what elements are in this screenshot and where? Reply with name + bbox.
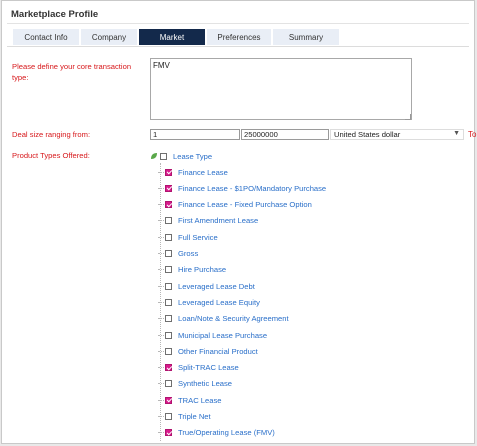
product-type-label[interactable]: Municipal Lease Purchase	[178, 331, 267, 340]
product-type-checkbox[interactable]	[165, 364, 172, 372]
product-type-label[interactable]: Finance Lease - Fixed Purchase Option	[178, 200, 312, 209]
tree-branch-line	[158, 253, 164, 254]
product-type-label[interactable]: Hire Purchase	[178, 265, 226, 274]
product-type-label[interactable]: First Amendment Lease	[178, 216, 258, 225]
deal-max-input[interactable]	[241, 129, 329, 140]
tree-branch-line	[158, 399, 164, 401]
tree-item-row: Finance Lease - $1PO/Mandatory Purchase	[158, 181, 326, 195]
product-type-label[interactable]: Split-TRAC Lease	[178, 363, 239, 372]
currency-select[interactable]: United States dollar ▼	[330, 129, 464, 140]
title-divider	[7, 23, 469, 24]
product-type-checkbox[interactable]	[165, 184, 172, 192]
tree-item-row: Finance Lease	[158, 165, 228, 179]
tree-branch-line	[158, 301, 164, 303]
deal-size-label: Deal size ranging from:	[12, 130, 91, 139]
tree-item-row: Leveraged Lease Equity	[158, 295, 260, 309]
product-type-label[interactable]: Leveraged Lease Equity	[178, 298, 260, 307]
product-type-label[interactable]: Finance Lease - $1PO/Mandatory Purchase	[178, 184, 326, 193]
tree-branch-line	[158, 334, 164, 336]
deal-min-input[interactable]	[150, 129, 240, 140]
tree-item-row: Hire Purchase	[158, 263, 226, 277]
product-type-label[interactable]: Other Financial Product	[178, 347, 258, 356]
product-types-label: Product Types Offered:	[12, 151, 90, 160]
product-type-label[interactable]: True/Operating Lease (FMV)	[178, 428, 275, 437]
product-type-checkbox[interactable]	[165, 347, 172, 355]
product-type-label[interactable]: Full Service	[178, 233, 218, 242]
tree-branch-line	[158, 269, 164, 271]
product-type-checkbox[interactable]	[165, 413, 172, 420]
product-type-checkbox[interactable]	[165, 429, 172, 437]
tree-item-row: Municipal Lease Purchase	[158, 328, 267, 342]
tree-item-row: Synthetic Lease	[158, 377, 232, 391]
product-type-checkbox[interactable]	[165, 331, 172, 339]
product-type-checkbox[interactable]	[165, 298, 172, 306]
tree-item-row: Other Financial Product	[158, 344, 258, 358]
tree-branch-line	[158, 204, 164, 206]
tree-item-row: Finance Lease - Fixed Purchase Option	[158, 198, 312, 212]
product-type-checkbox[interactable]	[165, 282, 172, 290]
tree-branch-line	[158, 416, 164, 417]
product-type-checkbox[interactable]	[165, 233, 172, 241]
tree-branch-line	[158, 236, 164, 238]
tree-root-row: Lease Type	[150, 149, 212, 163]
product-type-checkbox[interactable]	[165, 315, 172, 323]
tree-root-label[interactable]: Lease Type	[173, 152, 212, 161]
product-type-label[interactable]: Gross	[178, 249, 198, 258]
tree-branch-line	[158, 171, 164, 173]
tabs-divider	[7, 46, 469, 47]
tab-preferences[interactable]: Preferences	[207, 29, 271, 45]
tab-company[interactable]: Company	[81, 29, 137, 45]
currency-select-value: United States dollar	[334, 130, 401, 139]
tab-bar: Contact Info Company Market Preferences …	[13, 29, 341, 45]
core-transaction-textarea[interactable]: FMV	[150, 58, 412, 120]
tree-item-row: Leveraged Lease Debt	[158, 279, 255, 293]
tree-item-row: Full Service	[158, 230, 218, 244]
tree-root-checkbox[interactable]	[160, 152, 167, 160]
product-type-label[interactable]: Triple Net	[178, 412, 211, 421]
product-type-checkbox[interactable]	[165, 201, 172, 209]
marketplace-profile-panel: Marketplace Profile Contact Info Company…	[1, 0, 477, 444]
tab-summary[interactable]: Summary	[273, 29, 339, 45]
tree-item-row: First Amendment Lease	[158, 214, 258, 228]
product-type-checkbox[interactable]	[165, 396, 172, 404]
product-type-checkbox[interactable]	[165, 266, 172, 274]
product-type-checkbox[interactable]	[165, 380, 172, 388]
tree-branch-line	[158, 285, 164, 287]
tree-item-row: Loan/Note & Security Agreement	[158, 312, 289, 326]
tree-item-row: Gross	[158, 247, 198, 261]
tab-market[interactable]: Market	[139, 29, 205, 45]
core-transaction-label: Please define your core transaction type…	[12, 62, 132, 82]
product-type-label[interactable]: TRAC Lease	[178, 396, 221, 405]
product-type-label[interactable]: Synthetic Lease	[178, 379, 232, 388]
tab-contact-info[interactable]: Contact Info	[13, 29, 79, 45]
product-type-label[interactable]: Loan/Note & Security Agreement	[178, 314, 289, 323]
tree-branch-line	[158, 367, 164, 369]
tree-item-row: Split-TRAC Lease	[158, 361, 239, 375]
product-type-checkbox[interactable]	[165, 217, 172, 225]
tree-item-row: TRAC Lease	[158, 393, 221, 407]
tree-branch-line	[158, 383, 164, 385]
product-type-label[interactable]: Finance Lease	[178, 168, 228, 177]
product-type-checkbox[interactable]	[165, 250, 172, 257]
product-type-checkbox[interactable]	[165, 168, 172, 176]
panel-title: Marketplace Profile	[11, 9, 99, 20]
resize-grip-icon[interactable]	[405, 114, 411, 120]
tree-item-row: Triple Net	[158, 410, 211, 424]
deal-to-label: To	[468, 130, 477, 139]
tree-item-row: True/Operating Lease (FMV)	[158, 426, 275, 440]
tree-branch-line	[158, 350, 164, 352]
tree-branch-line	[158, 187, 164, 189]
tree-branch-line	[158, 318, 164, 320]
tree-branch-line	[158, 220, 164, 222]
tree-branch-line	[158, 432, 164, 434]
product-type-label[interactable]: Leveraged Lease Debt	[178, 282, 255, 291]
leaf-icon	[151, 153, 157, 159]
chevron-down-icon: ▼	[453, 130, 460, 137]
